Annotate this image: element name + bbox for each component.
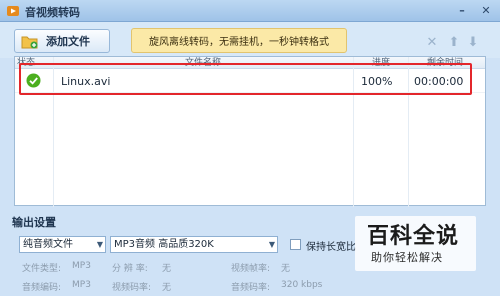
- param-value: MP3: [72, 280, 91, 290]
- param-value: 320 kbps: [281, 280, 323, 290]
- minimize-button[interactable]: –: [452, 2, 472, 19]
- add-file-button[interactable]: 添加文件: [14, 29, 110, 53]
- promo-banner-text: 旋风离线转码，无需挂机，一秒钟转格式: [149, 37, 329, 48]
- delete-icon[interactable]: ✕: [425, 35, 439, 50]
- param-value: 无: [162, 264, 172, 274]
- keep-ratio-checkbox[interactable]: [290, 239, 301, 250]
- format-select[interactable]: 纯音频文件 ▼: [19, 236, 106, 253]
- format-select-value: 纯音频文件: [23, 239, 73, 250]
- param-label: 视频码率:: [112, 283, 152, 293]
- param-label: 文件类型:: [22, 264, 62, 274]
- param-value: 无: [281, 264, 291, 274]
- quality-select-value: MP3音频 高品质320K: [114, 239, 214, 250]
- param-value: MP3: [72, 261, 91, 271]
- param-label: 音频编码:: [22, 283, 62, 293]
- move-up-icon[interactable]: ⬆: [447, 35, 461, 50]
- window-title: 音视频转码: [25, 6, 80, 19]
- watermark-subtitle: 助你轻松解决: [371, 251, 443, 264]
- add-file-label: 添加文件: [46, 35, 90, 48]
- move-down-icon[interactable]: ⬇: [466, 35, 480, 50]
- chevron-down-icon: ▼: [96, 240, 103, 249]
- keep-ratio-label: 保持长宽比: [306, 242, 356, 253]
- title-bar: 音视频转码 – ✕: [0, 0, 500, 22]
- watermark-title: 百科全说: [367, 224, 460, 249]
- highlight-box: [19, 63, 472, 95]
- toolbar: 添加文件 旋风离线转码，无需挂机，一秒钟转格式 ✕ ⬆ ⬇: [0, 22, 500, 58]
- output-settings-label: 输出设置: [12, 216, 56, 229]
- watermark: 百科全说 助你轻松解决: [355, 216, 476, 271]
- app-icon: [7, 6, 19, 16]
- param-label: 音频码率:: [231, 283, 271, 293]
- promo-banner[interactable]: 旋风离线转码，无需挂机，一秒钟转格式: [131, 28, 347, 53]
- param-value: 无: [162, 283, 172, 293]
- param-label: 视频帧率:: [231, 264, 271, 274]
- quality-select[interactable]: MP3音频 高品质320K ▼: [110, 236, 278, 253]
- param-label: 分 辨 率:: [112, 264, 148, 274]
- close-button[interactable]: ✕: [476, 2, 496, 19]
- chevron-down-icon: ▼: [268, 240, 275, 249]
- folder-icon: [21, 36, 38, 48]
